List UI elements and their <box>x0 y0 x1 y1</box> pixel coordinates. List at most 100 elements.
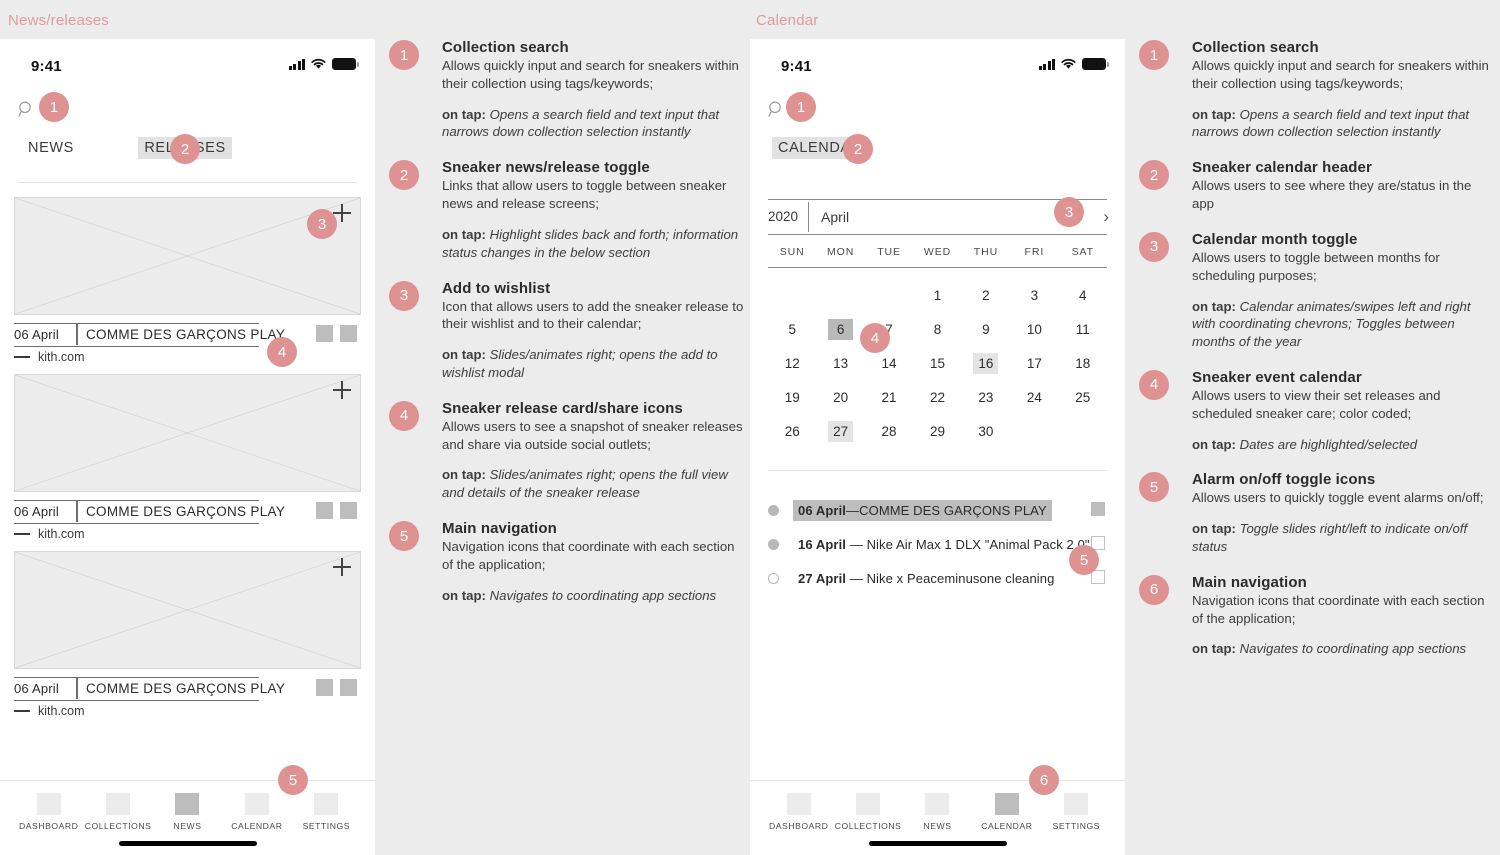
annotation-title: Main navigation <box>1192 573 1307 591</box>
news-card-list: 06 April COMME DES GARÇONS PLAY kith.com <box>0 197 375 718</box>
annotation-item: 3 Add to wishlist Icon that allows users… <box>389 280 744 382</box>
calendar-day[interactable]: 28 <box>865 421 913 442</box>
share-icons[interactable] <box>316 325 357 342</box>
calendar-day[interactable]: 27 <box>816 421 864 442</box>
share-icon-1[interactable] <box>316 679 333 696</box>
event-row[interactable]: 06 April—COMME DES GARÇONS PLAY <box>768 493 1107 527</box>
calendar-day[interactable]: 8 <box>913 319 961 340</box>
annotation-on-tap: on tap: Navigates to coordinating app se… <box>442 587 744 605</box>
news-icon <box>175 793 200 815</box>
nav-item-settings[interactable]: SETTINGS <box>292 793 361 831</box>
nav-item-news[interactable]: NEWS <box>903 793 972 831</box>
alarm-toggle-icon[interactable] <box>1091 502 1105 516</box>
share-icon-2[interactable] <box>340 325 357 342</box>
share-icon-2[interactable] <box>340 502 357 519</box>
calendar-day[interactable]: 18 <box>1059 353 1107 374</box>
nav-item-collections[interactable]: COLLECTIONS <box>833 793 902 831</box>
calendar-month[interactable]: April <box>809 209 849 225</box>
calendar-day-number: 2 <box>982 288 990 303</box>
calendar-day[interactable]: 4 <box>1059 285 1107 306</box>
on-tap-text: Highlight slides back and forth; informa… <box>442 226 739 260</box>
share-icons[interactable] <box>316 679 357 696</box>
calendar-day[interactable]: 17 <box>1010 353 1058 374</box>
calendar-day-number: 18 <box>1075 356 1091 371</box>
tab-news[interactable]: NEWS <box>22 137 80 159</box>
on-tap-text: Navigates to coordinating app sections <box>1235 641 1467 657</box>
calendar-day[interactable]: 2 <box>962 285 1010 306</box>
event-date: 16 April <box>798 536 847 552</box>
calendar-day[interactable]: 9 <box>962 319 1010 340</box>
calendar-day[interactable]: 24 <box>1010 387 1058 408</box>
on-tap-label: on tap: <box>1192 641 1236 657</box>
nav-item-calendar[interactable]: CALENDAR <box>222 793 291 831</box>
marker-2-left: 2 <box>170 134 200 164</box>
status-bar: 9:41 <box>750 39 1125 95</box>
calendar-day[interactable]: 11 <box>1059 319 1107 340</box>
add-to-wishlist-icon[interactable] <box>332 380 352 400</box>
event-row[interactable]: 16 April — Nike Air Max 1 DLX "Animal Pa… <box>768 527 1107 561</box>
bottom-navigation: DASHBOARD COLLECTIONS NEWS CALENDAR SETT… <box>0 780 375 855</box>
status-indicators <box>288 58 359 70</box>
news-card[interactable]: 06 April COMME DES GARÇONS PLAY kith.com <box>14 374 361 541</box>
calendar-weekday-row: SUN MON TUE WED THU FRI SAT <box>768 235 1107 268</box>
search-icon[interactable] <box>18 101 35 118</box>
calendar-day[interactable]: 10 <box>1010 319 1058 340</box>
marker-3-left: 3 <box>307 209 337 239</box>
calendar-day[interactable]: 22 <box>913 387 961 408</box>
chevron-right-icon[interactable]: › <box>1103 208 1109 225</box>
calendar-day[interactable]: 26 <box>768 421 816 442</box>
calendar-day[interactable]: 12 <box>768 353 816 374</box>
alarm-toggle-icon[interactable] <box>1091 570 1105 584</box>
calendar-day[interactable]: 14 <box>865 353 913 374</box>
calendar-day[interactable]: 21 <box>865 387 913 408</box>
news-icon <box>925 793 950 815</box>
event-text: 16 April — Nike Air Max 1 DLX "Animal Pa… <box>793 534 1095 555</box>
nav-label-collections: COLLECTIONS <box>834 821 902 831</box>
calendar-day-number: 12 <box>784 356 800 371</box>
calendar-year[interactable]: 2020 <box>750 202 810 232</box>
calendar-day-number: 23 <box>978 390 994 405</box>
search-icon[interactable] <box>768 101 785 118</box>
annotation-badge: 1 <box>389 40 419 70</box>
calendar-day[interactable]: 5 <box>768 319 816 340</box>
on-tap-label: on tap: <box>1192 436 1236 452</box>
card-date: 06 April <box>14 504 59 519</box>
calendar-day[interactable]: 1 <box>913 285 961 306</box>
nav-item-calendar[interactable]: CALENDAR <box>972 793 1041 831</box>
share-icons[interactable] <box>316 502 357 519</box>
calendar-day[interactable]: 20 <box>816 387 864 408</box>
event-row[interactable]: 27 April — Nike x Peaceminusone cleaning <box>768 561 1107 595</box>
calendar-day[interactable]: 19 <box>768 387 816 408</box>
calendar-day[interactable]: 3 <box>1010 285 1058 306</box>
nav-item-collections[interactable]: COLLECTIONS <box>83 793 152 831</box>
calendar-icon <box>994 793 1019 815</box>
calendar-day[interactable]: 29 <box>913 421 961 442</box>
annotation-description: Navigation icons that coordinate with ea… <box>1192 592 1485 626</box>
share-icon-2[interactable] <box>340 679 357 696</box>
calendar-day[interactable]: 13 <box>816 353 864 374</box>
share-icon-1[interactable] <box>316 325 333 342</box>
annotation-badge: 4 <box>389 400 419 431</box>
meta-rule-bottom <box>14 700 259 701</box>
calendar-day-number: 25 <box>1075 390 1091 405</box>
nav-item-dashboard[interactable]: DASHBOARD <box>14 793 83 831</box>
annotation-description: Allows users to view their set releases … <box>1192 387 1441 421</box>
calendar-day[interactable]: 23 <box>962 387 1010 408</box>
event-name: COMME DES GARÇONS PLAY <box>859 502 1047 518</box>
card-date: 06 April <box>14 327 59 342</box>
calendar-day[interactable]: 30 <box>962 421 1010 442</box>
calendar-widget: 2020 April › SUN MON TUE WED THU FRI SAT… <box>750 198 1125 442</box>
nav-item-news[interactable]: NEWS <box>153 793 222 831</box>
calendar-day-number: 14 <box>881 356 897 371</box>
calendar-day[interactable]: 6 <box>816 319 864 340</box>
news-card[interactable]: 06 April COMME DES GARÇONS PLAY kith.com <box>14 551 361 718</box>
battery-icon <box>332 58 359 70</box>
nav-item-dashboard[interactable]: DASHBOARD <box>764 793 833 831</box>
calendar-day[interactable]: 15 <box>913 353 961 374</box>
add-to-wishlist-icon[interactable] <box>332 557 352 577</box>
nav-item-settings[interactable]: SETTINGS <box>1042 793 1111 831</box>
calendar-day[interactable]: 16 <box>962 353 1010 374</box>
weekday-mon: MON <box>827 246 855 258</box>
share-icon-1[interactable] <box>316 502 333 519</box>
calendar-day[interactable]: 25 <box>1059 387 1107 408</box>
